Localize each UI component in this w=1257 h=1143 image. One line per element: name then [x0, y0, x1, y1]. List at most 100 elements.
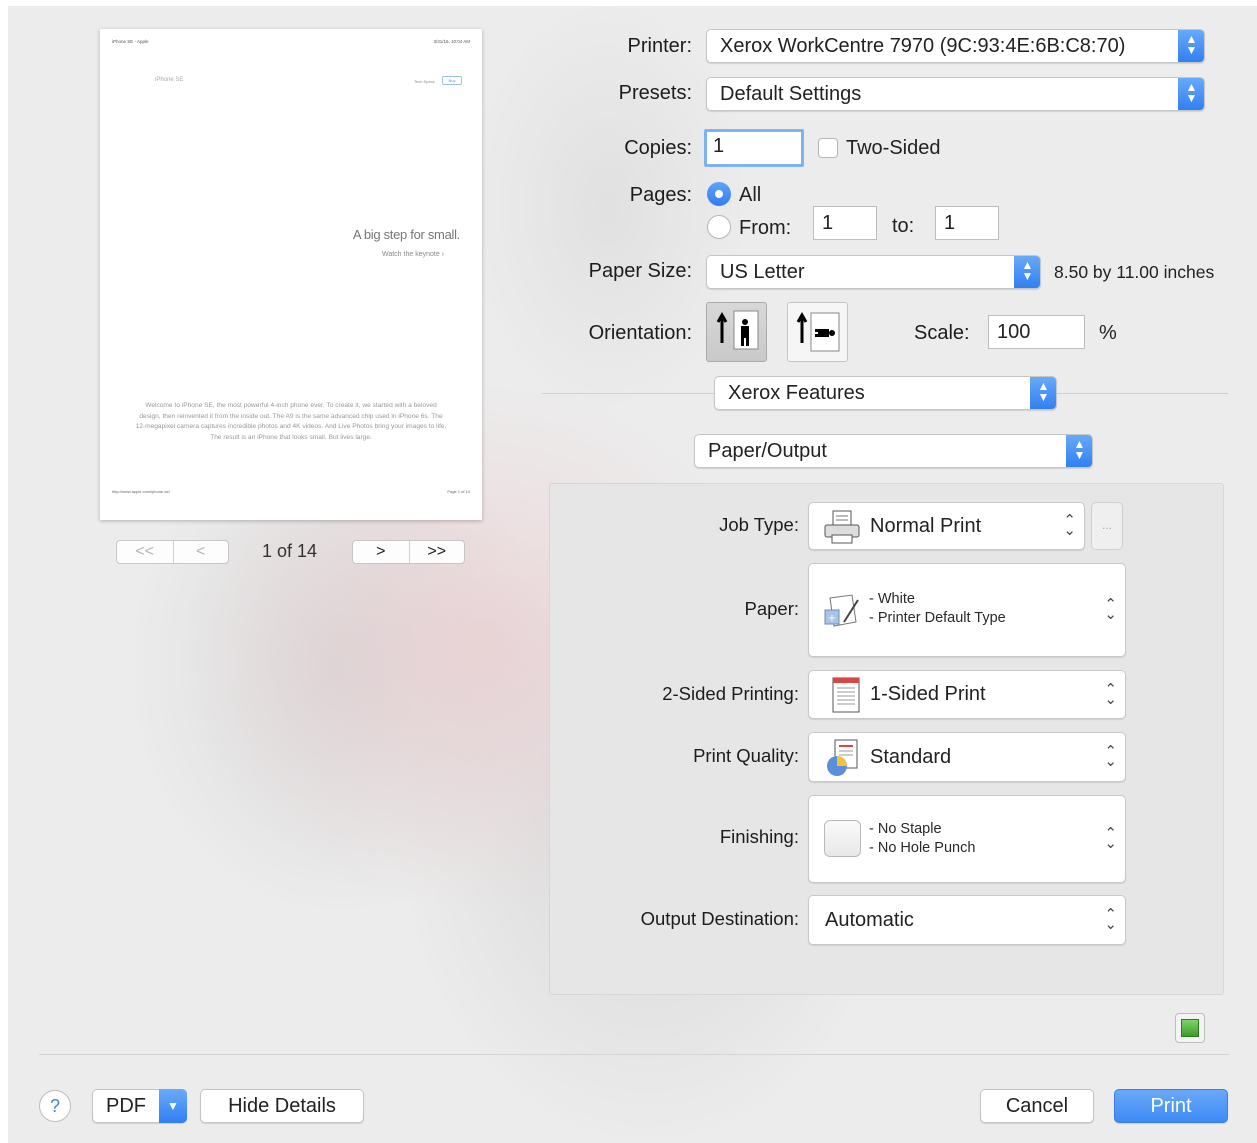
chevron-updown-icon: ▲ ▼	[1030, 377, 1056, 409]
two-sided-printing-value: 1-Sided Print	[870, 683, 986, 705]
pages-label: Pages:	[629, 184, 692, 206]
presets-value: Default Settings	[720, 83, 862, 105]
last-page-button[interactable]: >>	[408, 541, 465, 563]
preview-nav-link: Tech Specs	[414, 79, 435, 84]
portrait-orientation-icon	[716, 310, 759, 350]
pdf-menu-button[interactable]: PDF ▼	[92, 1089, 187, 1123]
preview-subline: Watch the keynote ›	[382, 251, 444, 258]
chevron-updown-icon: ⌃ ⌄	[1104, 596, 1117, 623]
orientation-portrait-button[interactable]	[706, 302, 767, 362]
preview-footer-right: Page 1 of 14	[447, 489, 470, 494]
chevron-updown-icon: ▲ ▼	[1014, 256, 1040, 288]
printer-status-icon	[1175, 1013, 1205, 1043]
paper-line2: - Printer Default Type	[869, 610, 1006, 626]
preview-header-left: iPhone SE - Apple	[112, 39, 149, 44]
section-value: Paper/Output	[708, 440, 827, 462]
finishing-label: Finishing:	[719, 826, 799, 847]
print-dialog: iPhone SE - Apple 3/31/16, 10:04 AM iPho…	[8, 6, 1257, 1143]
page-indicator: 1 of 14	[262, 541, 318, 561]
two-sided-checkbox[interactable]	[818, 138, 838, 158]
paper-label: Paper:	[744, 598, 799, 619]
output-destination-label: Output Destination:	[640, 908, 799, 929]
print-quality-value: Standard	[870, 746, 952, 768]
pages-from-input[interactable]: 1	[813, 206, 877, 240]
paper-dimensions: 8.50 by 11.00 inches	[1054, 262, 1215, 282]
scale-unit: %	[1099, 322, 1117, 344]
paper-size-label: Paper Size:	[588, 260, 692, 282]
landscape-orientation-icon	[796, 311, 840, 352]
chevron-updown-icon: ⌃ ⌄	[1104, 906, 1117, 933]
chevron-updown-icon: ⌃ ⌄	[1063, 512, 1076, 539]
copies-input[interactable]: 1	[704, 129, 804, 167]
paper-size-value: US Letter	[720, 261, 805, 283]
paper-type-icon: +	[824, 594, 859, 627]
help-button[interactable]: ?	[39, 1090, 71, 1122]
paper-popup[interactable]: + - White - Printer Default Type ⌃ ⌄	[808, 563, 1126, 657]
paper-line1: - White	[869, 591, 915, 607]
finishing-popup[interactable]: - No Staple - No Hole Punch ⌃ ⌄	[808, 795, 1126, 883]
job-type-more-button[interactable]: ...	[1091, 502, 1123, 550]
pages-to-label: to:	[892, 215, 915, 237]
finishing-line1: - No Staple	[869, 821, 942, 837]
printer-popup[interactable]: Xerox WorkCentre 7970 (9C:93:4E:6B:C8:70…	[706, 29, 1205, 63]
pdf-label: PDF	[106, 1095, 146, 1117]
feature-set-value: Xerox Features	[728, 382, 865, 404]
printer-label: Printer:	[627, 35, 692, 57]
printer-job-icon	[824, 510, 860, 544]
preview-nav-back-group: << <	[116, 540, 229, 564]
pages-from-radio[interactable]	[707, 215, 731, 239]
orientation-landscape-button[interactable]	[787, 302, 848, 362]
finishing-swatch-icon	[824, 820, 861, 857]
preview-nav-button: Buy	[442, 76, 462, 85]
scale-label: Scale:	[914, 322, 970, 344]
print-quality-icon	[827, 739, 858, 776]
print-button[interactable]: Print	[1114, 1089, 1228, 1123]
copies-label: Copies:	[624, 137, 692, 159]
preview-nav-left: iPhone SE	[155, 77, 184, 83]
help-icon: ?	[49, 1096, 60, 1116]
preview-paragraph: Welcome to iPhone SE, the most powerful …	[135, 402, 447, 441]
output-destination-value: Automatic	[825, 909, 914, 931]
scale-input[interactable]: 100	[988, 315, 1085, 349]
hide-details-button[interactable]: Hide Details	[200, 1089, 364, 1123]
chevron-updown-icon: ▲ ▼	[1066, 435, 1092, 467]
output-destination-popup[interactable]: Automatic ⌃ ⌄	[808, 895, 1126, 945]
first-page-button[interactable]: <<	[117, 541, 173, 563]
job-type-value: Normal Print	[870, 515, 982, 537]
presets-popup[interactable]: Default Settings ▲ ▼	[706, 77, 1205, 111]
chevron-down-icon: ▼	[159, 1089, 187, 1123]
footer-separator	[39, 1054, 1229, 1055]
chevron-updown-icon: ▲ ▼	[1178, 30, 1204, 62]
pages-from-label: From:	[739, 217, 792, 239]
finishing-line2: - No Hole Punch	[869, 840, 976, 856]
print-quality-popup[interactable]: Standard ⌃ ⌄	[808, 732, 1126, 782]
two-sided-printing-popup[interactable]: 1-Sided Print ⌃ ⌄	[808, 670, 1126, 719]
next-page-button[interactable]: >	[353, 541, 409, 563]
paper-size-popup[interactable]: US Letter ▲ ▼	[706, 255, 1041, 289]
chevron-updown-icon: ⌃ ⌄	[1104, 743, 1117, 770]
preview-header-right: 3/31/16, 10:04 AM	[433, 39, 470, 44]
job-type-popup[interactable]: Normal Print ⌃ ⌄	[808, 502, 1085, 550]
two-sided-label: Two-Sided	[846, 137, 941, 159]
preview-nav-forward-group: > >>	[352, 540, 465, 564]
pages-all-label: All	[739, 184, 762, 206]
two-sided-printing-label: 2-Sided Printing:	[662, 683, 799, 704]
svg-text:+: +	[828, 613, 836, 624]
cancel-button[interactable]: Cancel	[980, 1089, 1094, 1123]
previous-page-button[interactable]: <	[172, 541, 229, 563]
printer-value: Xerox WorkCentre 7970 (9C:93:4E:6B:C8:70…	[720, 35, 1126, 57]
job-type-label: Job Type:	[719, 514, 799, 535]
feature-set-popup[interactable]: Xerox Features ▲ ▼	[714, 376, 1057, 410]
chevron-updown-icon: ⌃ ⌄	[1104, 680, 1117, 708]
pages-to-input[interactable]: 1	[935, 206, 999, 240]
presets-label: Presets:	[618, 82, 692, 104]
preview-footer-left: http://www.apple.com/iphone-se/	[112, 489, 170, 494]
page-preview: iPhone SE - Apple 3/31/16, 10:04 AM iPho…	[100, 29, 482, 520]
chevron-updown-icon: ⌃ ⌄	[1104, 825, 1117, 852]
chevron-updown-icon: ▲ ▼	[1178, 78, 1204, 110]
one-sided-page-icon	[832, 677, 860, 713]
pages-all-radio[interactable]	[707, 182, 731, 206]
preview-headline: A big step for small.	[352, 227, 460, 242]
section-popup[interactable]: Paper/Output ▲ ▼	[694, 434, 1093, 468]
print-quality-label: Print Quality:	[693, 745, 799, 766]
